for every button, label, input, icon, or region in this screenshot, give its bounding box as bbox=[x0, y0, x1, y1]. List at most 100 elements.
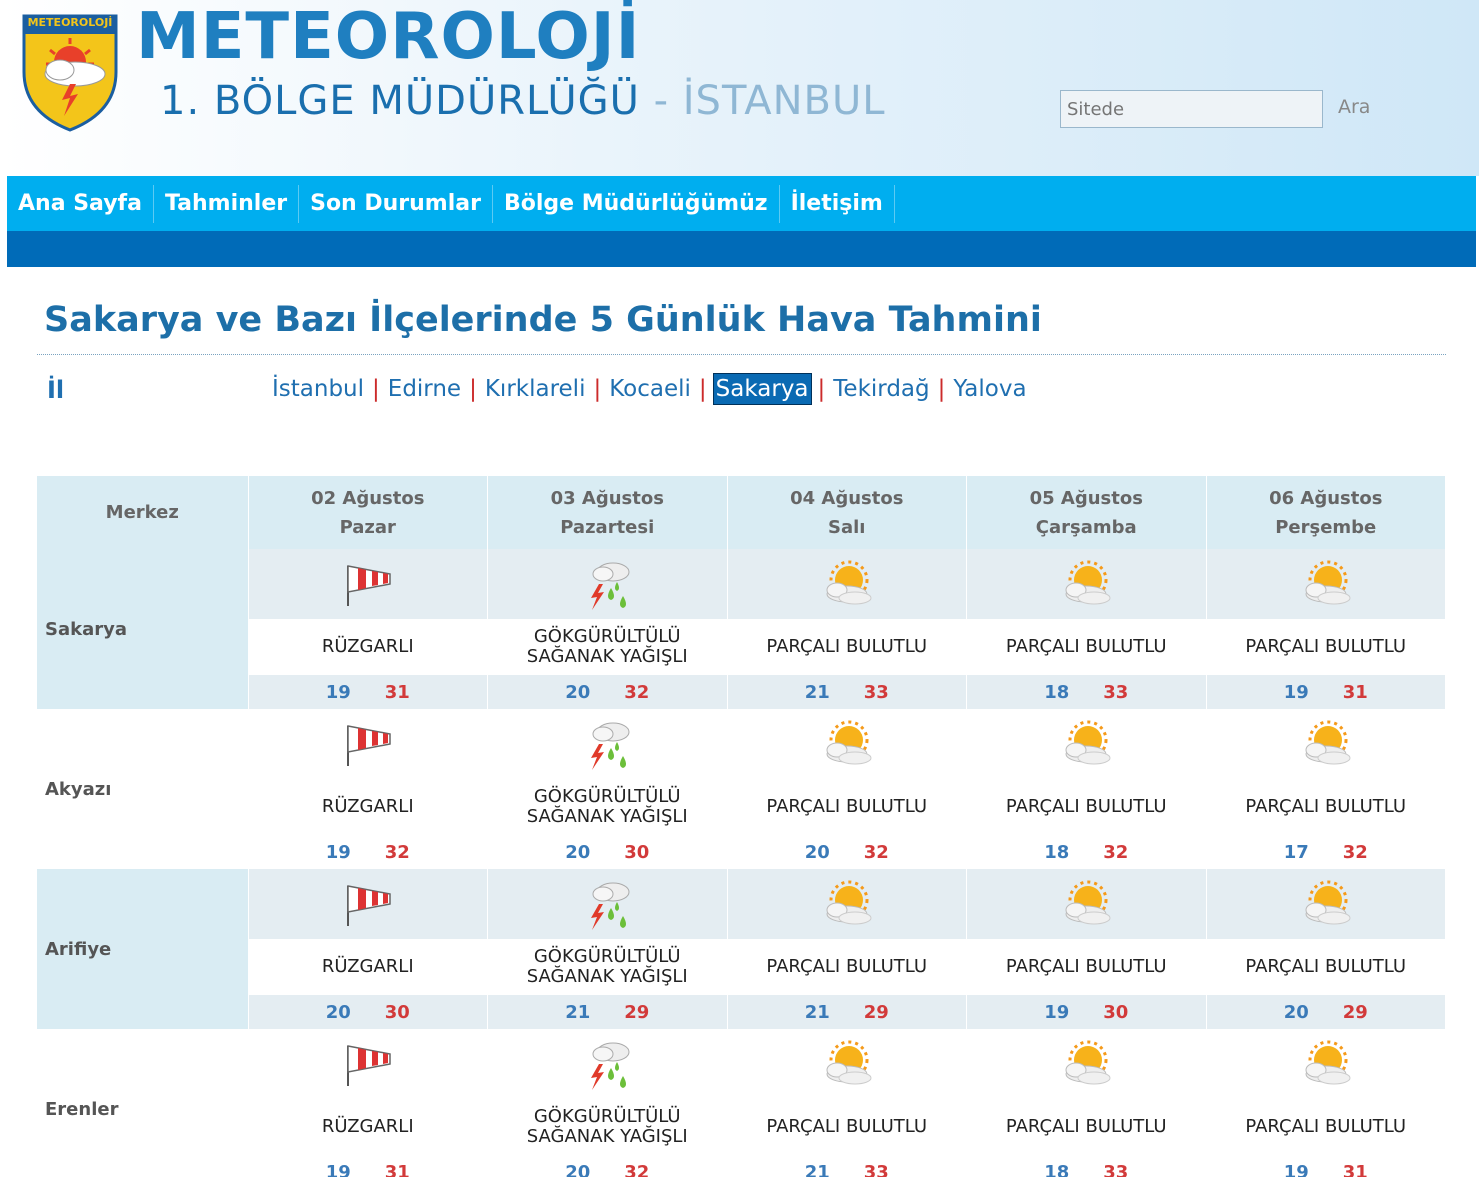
nav-item-bolge-mudurlugumuz[interactable]: Bölge Müdürlüğümüz bbox=[493, 184, 780, 223]
temp-max: 33 bbox=[1103, 681, 1129, 703]
weather-icon-cell bbox=[727, 869, 967, 939]
weather-description: PARÇALI BULUTLU bbox=[1206, 619, 1446, 675]
city-name: Arifiye bbox=[37, 869, 249, 1029]
temperature-cell: 19 31 bbox=[1206, 675, 1446, 709]
province-link[interactable]: Sakarya bbox=[712, 373, 812, 405]
temp-min: 19 bbox=[1044, 1001, 1070, 1023]
weather-description: PARÇALI BULUTLU bbox=[727, 1099, 967, 1155]
temperature-cell: 21 29 bbox=[727, 995, 967, 1029]
brand-subtitle-text: 1. BÖLGE MÜDÜRLÜĞÜ bbox=[160, 78, 640, 124]
table-row: Arifiye bbox=[37, 869, 1446, 1029]
temp-min: 20 bbox=[565, 681, 591, 703]
temperature-cell: 20 32 bbox=[487, 1155, 728, 1177]
thunderstorm-icon bbox=[591, 562, 630, 610]
temp-max: 33 bbox=[863, 1161, 889, 1177]
weather-description: RÜZGARLI bbox=[248, 939, 488, 995]
province-link[interactable]: Yalova bbox=[951, 374, 1028, 404]
table-row: 19 31 20 32 21 33 18 33 19 31 bbox=[37, 1155, 1446, 1177]
partly-cloudy-icon bbox=[826, 720, 872, 765]
partly-cloudy-icon bbox=[1065, 720, 1111, 765]
header-day: 06 Ağustos Perşembe bbox=[1206, 476, 1446, 549]
windsock-icon bbox=[346, 725, 391, 766]
temp-max: 32 bbox=[384, 841, 410, 863]
province-links: İstanbul | Edirne | Kırklareli | Kocaeli | Sakar… bbox=[270, 373, 1029, 405]
temperature-cell: 19 30 bbox=[966, 995, 1207, 1029]
weather-description: PARÇALI BULUTLU bbox=[1206, 779, 1446, 835]
page-title: Sakarya ve Bazı İlçelerinde 5 Günlük Hav… bbox=[44, 300, 1042, 340]
weather-description: RÜZGARLI bbox=[248, 1099, 488, 1155]
weather-icon-cell bbox=[487, 549, 728, 619]
temperature-cell: 20 29 bbox=[1206, 995, 1446, 1029]
search-input[interactable] bbox=[1060, 90, 1323, 128]
logo-text: METEOROLOJİ bbox=[27, 16, 113, 29]
day-date: 06 Ağustos bbox=[1269, 487, 1383, 509]
province-link[interactable]: Edirne bbox=[386, 374, 463, 404]
day-date: 05 Ağustos bbox=[1029, 487, 1143, 509]
meteoroloji-logo[interactable] bbox=[20, 12, 120, 132]
table-row: RÜZGARLI GÖKGÜRÜLTÜLÜ SAĞANAK YAĞIŞLI PARÇ… bbox=[37, 779, 1446, 835]
forecast-table: Merkez 02 Ağustos Pazar 03 Ağustos Pazarte… bbox=[37, 476, 1446, 1177]
temp-min: 19 bbox=[1283, 1161, 1309, 1177]
weather-icon-cell bbox=[487, 1029, 728, 1099]
temp-min: 21 bbox=[565, 1001, 591, 1023]
temp-min: 20 bbox=[565, 1161, 591, 1177]
weather-icon-cell bbox=[248, 549, 488, 619]
brand-title: METEOROLOJİ bbox=[136, 0, 641, 74]
weather-icon-cell bbox=[727, 549, 967, 619]
province-label: İl bbox=[47, 376, 65, 404]
weather-icon-cell bbox=[487, 709, 728, 779]
temp-min: 20 bbox=[1283, 1001, 1309, 1023]
day-date: 02 Ağustos bbox=[311, 487, 425, 509]
province-separator: | bbox=[817, 376, 826, 402]
table-row: RÜZGARLI GÖKGÜRÜLTÜLÜ SAĞANAK YAĞIŞLI PARÇ… bbox=[37, 619, 1446, 675]
temperature-cell: 18 33 bbox=[966, 675, 1207, 709]
province-link[interactable]: İstanbul bbox=[270, 374, 366, 404]
city-name: Erenler bbox=[37, 1029, 249, 1177]
table-row: Akyazı bbox=[37, 709, 1446, 869]
temp-min: 19 bbox=[1283, 681, 1309, 703]
temp-max: 32 bbox=[624, 1161, 650, 1177]
temperature-cell: 19 31 bbox=[248, 1155, 488, 1177]
partly-cloudy-icon bbox=[1065, 880, 1111, 925]
temperature-cell: 21 29 bbox=[487, 995, 728, 1029]
title-divider bbox=[37, 354, 1446, 355]
weather-description: PARÇALI BULUTLU bbox=[727, 779, 967, 835]
weather-description: PARÇALI BULUTLU bbox=[1206, 939, 1446, 995]
province-link[interactable]: Tekirdağ bbox=[831, 374, 931, 404]
day-date: 03 Ağustos bbox=[550, 487, 664, 509]
province-separator: | bbox=[593, 376, 602, 402]
header-day: 02 Ağustos Pazar bbox=[248, 476, 488, 549]
search-button[interactable]: Ara bbox=[1338, 96, 1370, 118]
province-link[interactable]: Kocaeli bbox=[607, 374, 693, 404]
weather-description: GÖKGÜRÜLTÜLÜ SAĞANAK YAĞIŞLI bbox=[487, 619, 728, 675]
table-row: 19 31 20 32 21 33 18 33 19 31 bbox=[37, 675, 1446, 709]
partly-cloudy-icon bbox=[1065, 1040, 1111, 1085]
partly-cloudy-icon bbox=[826, 1040, 872, 1085]
day-date: 04 Ağustos bbox=[790, 487, 904, 509]
nav-item-ana-sayfa[interactable]: Ana Sayfa bbox=[7, 184, 154, 223]
nav-item-iletisim[interactable]: İletişim bbox=[780, 184, 895, 223]
temp-min: 21 bbox=[804, 1161, 830, 1177]
weather-icon-cell bbox=[1206, 869, 1446, 939]
weather-icon-cell bbox=[727, 709, 967, 779]
temperature-cell: 19 32 bbox=[248, 835, 488, 869]
province-separator: | bbox=[469, 376, 477, 402]
weather-description: PARÇALI BULUTLU bbox=[1206, 1099, 1446, 1155]
temp-max: 31 bbox=[384, 681, 410, 703]
table-row: 19 32 20 30 20 32 18 32 17 32 bbox=[37, 835, 1446, 869]
weather-description: PARÇALI BULUTLU bbox=[966, 1099, 1207, 1155]
brand-city: İSTANBUL bbox=[682, 78, 886, 124]
weather-description: GÖKGÜRÜLTÜLÜ SAĞANAK YAĞIŞLI bbox=[487, 939, 728, 995]
temperature-cell: 20 30 bbox=[487, 835, 728, 869]
thunderstorm-icon bbox=[591, 722, 630, 770]
weather-icon-cell bbox=[248, 869, 488, 939]
nav-item-son-durumlar[interactable]: Son Durumlar bbox=[299, 184, 493, 223]
temp-max: 30 bbox=[624, 841, 650, 863]
nav-item-tahminler[interactable]: Tahminler bbox=[154, 184, 300, 223]
temp-max: 31 bbox=[1342, 1161, 1368, 1177]
province-link[interactable]: Kırklareli bbox=[483, 374, 588, 404]
temp-min: 19 bbox=[325, 1161, 351, 1177]
windsock-icon bbox=[346, 885, 391, 926]
day-weekday: Çarşamba bbox=[1035, 516, 1137, 538]
temp-min: 21 bbox=[804, 681, 830, 703]
